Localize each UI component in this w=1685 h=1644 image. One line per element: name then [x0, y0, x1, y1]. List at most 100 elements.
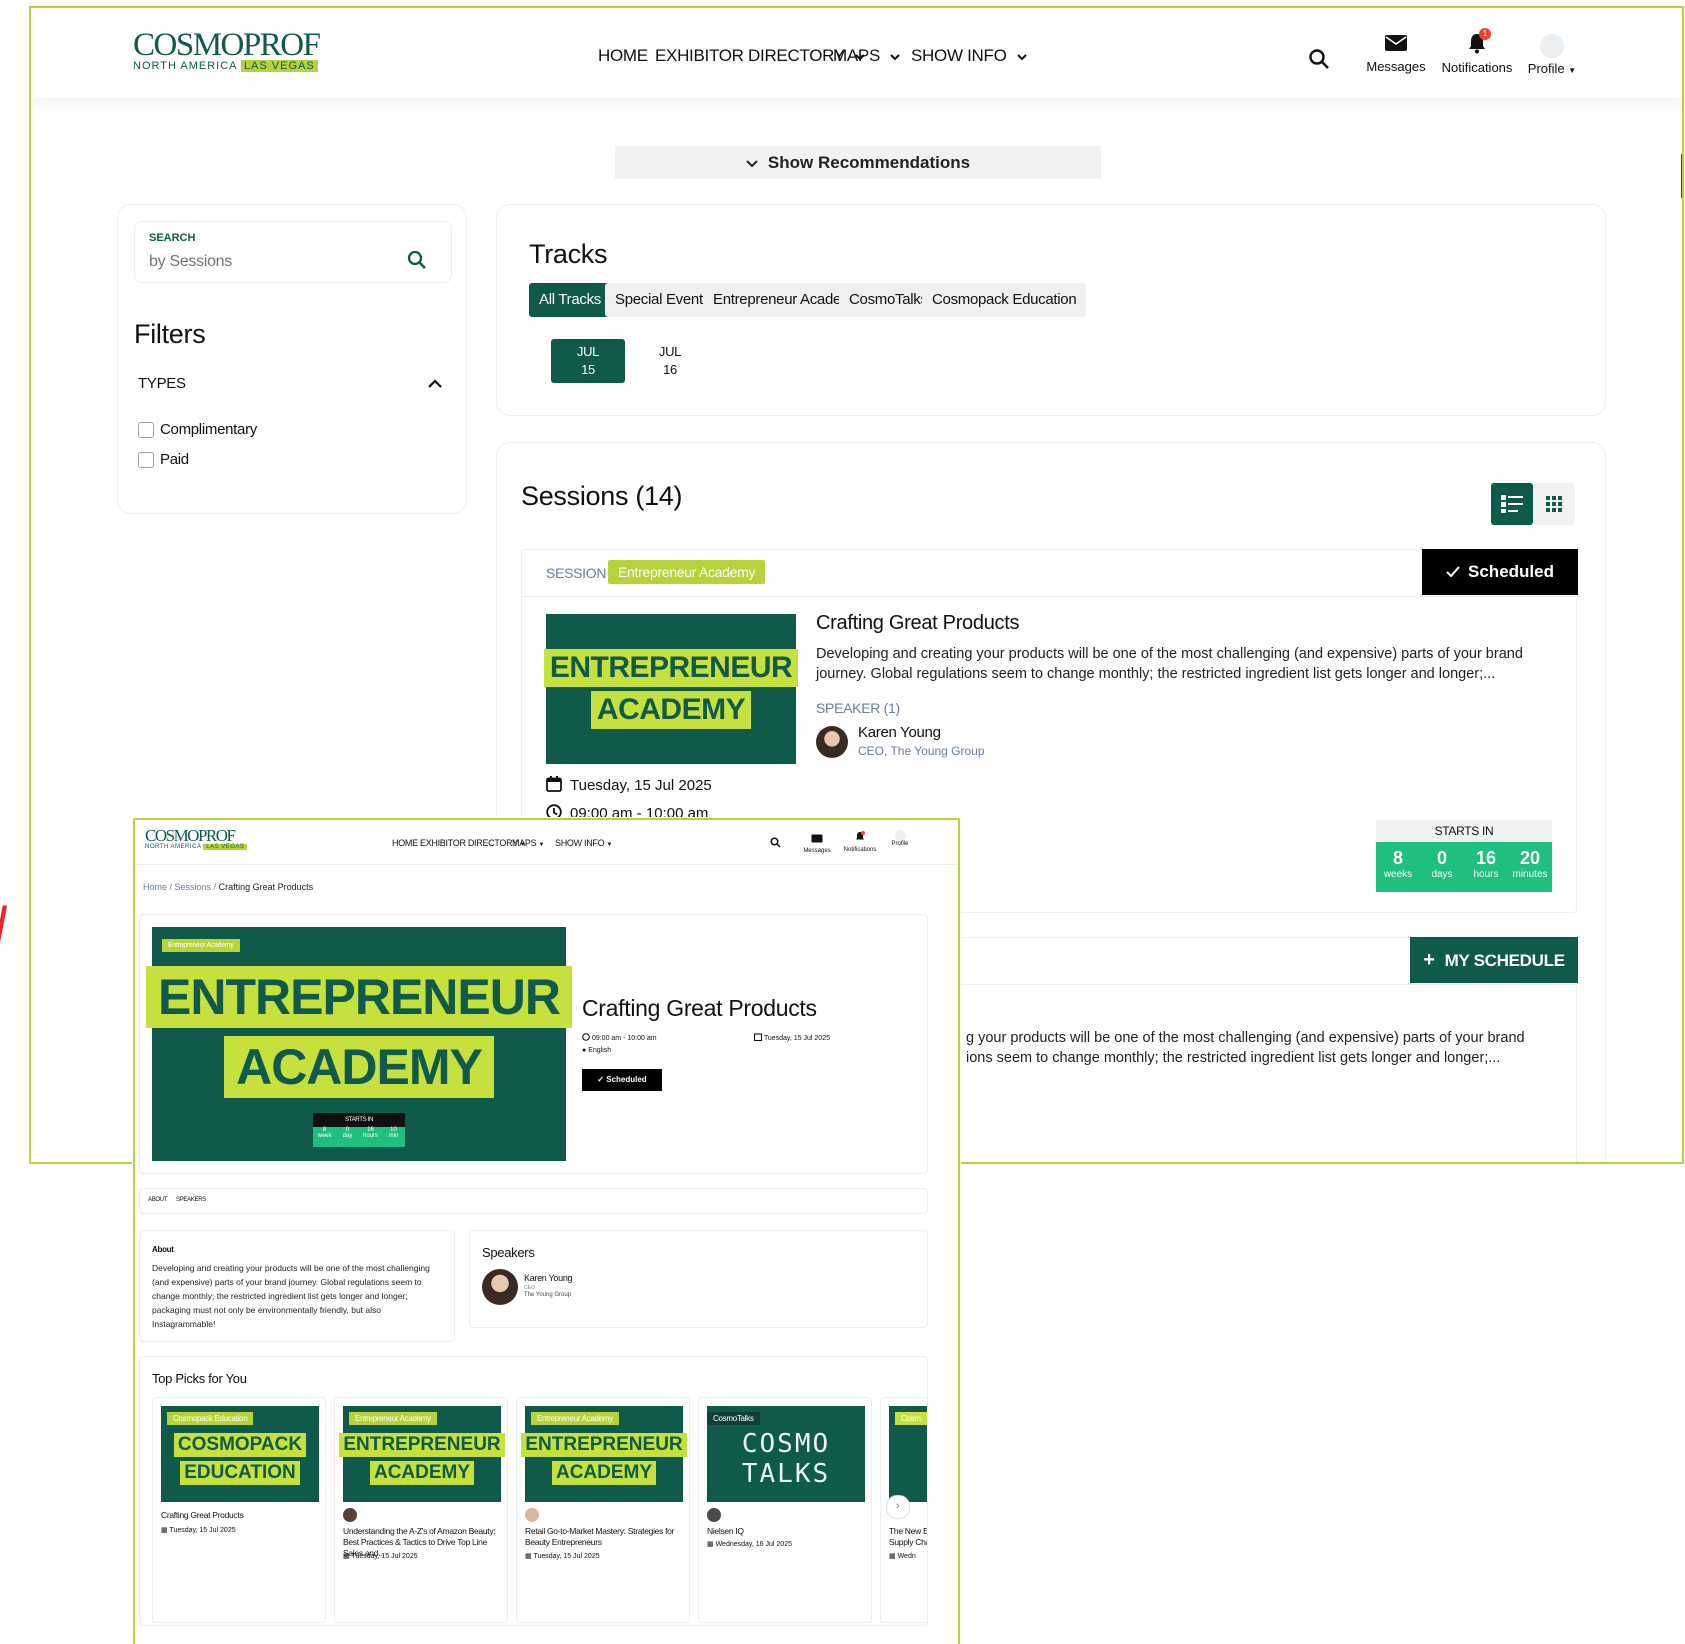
search-icon[interactable]	[770, 837, 781, 848]
chevron-down-icon	[746, 160, 758, 168]
thumbnail-line-1: ENTREPRENEUR	[543, 649, 799, 687]
calendar-icon: ▦	[889, 1553, 896, 1560]
detail-title: Crafting Great Products	[582, 995, 817, 1021]
chevron-up-icon[interactable]	[428, 379, 442, 388]
profile-button[interactable]: Profile ▼	[1521, 34, 1583, 76]
grid-view-button[interactable]	[1533, 483, 1575, 525]
check-icon: ✓	[597, 1075, 604, 1084]
breadcrumb-sessions[interactable]: Sessions	[175, 882, 212, 892]
breadcrumb-current: Crafting Great Products	[218, 882, 314, 892]
brand-logo[interactable]: COSMOPROF NORTH AMERICA LAS VEGAS	[133, 29, 321, 72]
sessions-title: Sessions (14)	[521, 481, 683, 511]
nav-exhibitor-directory[interactable]: EXHIBITOR DIRECTORY ▼	[420, 838, 526, 848]
clock-icon	[582, 1033, 590, 1041]
nav-home[interactable]: HOME	[598, 46, 648, 66]
track-tag: Entrepreneur Academy	[608, 560, 766, 584]
pick-card[interactable]: Entrepreneur Academy ENTREPRENEUR ACADEM…	[516, 1397, 690, 1623]
hero-line-1: ENTREPRENEUR	[146, 966, 572, 1028]
checkbox[interactable]	[138, 422, 154, 439]
about-card: About Developing and creating your produ…	[139, 1230, 455, 1342]
pick-date: ▦ Tuesday, 15 Jul 2025	[161, 1527, 236, 1534]
chevron-down-icon: ▼	[606, 842, 613, 848]
brand-logo[interactable]: COSMOPROF NORTH AMERICA LAS VEGAS	[145, 827, 248, 850]
nav-home[interactable]: HOME	[392, 838, 418, 848]
nav-show-info[interactable]: SHOW INFO	[911, 46, 1027, 66]
profile-label: Profile ▼	[1527, 61, 1577, 76]
messages-button[interactable]: Messages	[797, 830, 837, 854]
filter-option-paid[interactable]: Paid	[138, 451, 189, 469]
filter-option-complimentary[interactable]: Complimentary	[138, 421, 257, 439]
pick-date: ▦ Tuesday, 15 Jul 2025	[343, 1553, 418, 1560]
speaker-name[interactable]: Karen Young	[524, 1273, 573, 1283]
hero-card: Entrepreneur Academy ENTREPRENEUR ACADEM…	[139, 914, 928, 1174]
notifications-count-badge: 1	[1479, 28, 1491, 40]
notifications-label: Notifications	[1441, 60, 1513, 75]
add-to-schedule-button[interactable]: + MY SCHEDULE	[1410, 937, 1578, 983]
show-recommendations-button[interactable]: Show Recommendations	[615, 146, 1101, 179]
list-view-icon	[1501, 495, 1523, 513]
filter-panel: SEARCH Filters TYPES Complimentary Paid	[117, 204, 467, 514]
hero-line-2: ACADEMY	[224, 1036, 494, 1098]
session-date: Tuesday, 15 Jul 2025	[546, 776, 712, 794]
avatar	[707, 1508, 721, 1522]
nav-maps[interactable]: MAPS	[833, 46, 901, 66]
date-tab-jul-16[interactable]: JUL 16	[633, 339, 707, 383]
notifications-button[interactable]: 1 Notifications	[1435, 28, 1519, 75]
pick-card[interactable]: Entrepreneur Academy ENTREPRENEUR ACADEM…	[334, 1397, 508, 1623]
track-chip-all-tracks[interactable]: All Tracks	[529, 283, 612, 317]
speaker-label: SPEAKER (1)	[816, 700, 900, 716]
notifications-button[interactable]: Notifications	[838, 829, 882, 853]
pick-thumbnail: Cosm	[889, 1406, 927, 1502]
checkbox[interactable]	[138, 452, 154, 469]
carousel-next-button[interactable]: ›	[886, 1495, 910, 1519]
tracks-panel: Tracks All Tracks Special Events Entrepr…	[496, 204, 1606, 416]
detail-date: Tuesday, 15 Jul 2025	[753, 1033, 830, 1042]
pick-card[interactable]: Cosmopack Education COSMOPACK EDUCATION …	[152, 1397, 326, 1623]
tab-speakers[interactable]: SPEAKERS	[176, 1197, 206, 1203]
search-input[interactable]	[147, 252, 391, 272]
search-box[interactable]: SEARCH	[134, 221, 452, 283]
detail-language: ● English	[582, 1047, 612, 1054]
nav-maps[interactable]: MAPS ▼	[512, 838, 544, 848]
types-label: TYPES	[138, 375, 186, 392]
pick-title: Retail Go-to-Market Mastery: Strategies …	[525, 1526, 675, 1547]
session-thumbnail[interactable]: ENTREPRENEUR ACADEMY	[543, 614, 799, 764]
chevron-down-icon	[890, 54, 901, 61]
main-header: COSMOPROF NORTH AMERICA LAS VEGAS HOME E…	[31, 8, 1682, 98]
session-title[interactable]: Crafting Great Products	[816, 612, 1020, 635]
session-description: g your products will be one of the most …	[966, 1030, 1525, 1066]
countdown: 8 weeks 0 days 16 hours 20 minutes	[1376, 842, 1552, 892]
pick-card[interactable]: CosmoTalks COSMO TALKS Nielsen IQ ▦ Wedn…	[698, 1397, 872, 1623]
calendar-icon: ▦	[343, 1553, 350, 1560]
tracks-title: Tracks	[529, 239, 608, 269]
breadcrumb-home[interactable]: Home	[143, 882, 167, 892]
date-tab-jul-15[interactable]: JUL 15	[551, 339, 625, 383]
avatar[interactable]	[816, 726, 848, 758]
tab-about[interactable]: ABOUT	[148, 1197, 167, 1203]
messages-button[interactable]: Messages	[1364, 34, 1428, 74]
calendar-icon: ▦	[161, 1527, 168, 1534]
pick-title: Crafting Great Products	[161, 1510, 244, 1520]
envelope-icon	[811, 834, 823, 843]
search-icon[interactable]	[1308, 48, 1330, 70]
avatar[interactable]	[482, 1269, 518, 1305]
bell-icon	[856, 831, 865, 840]
search-icon[interactable]	[407, 250, 427, 270]
list-view-button[interactable]	[1491, 483, 1533, 525]
annotation-mark: d	[0, 896, 8, 954]
thumbnail-line-2: ACADEMY	[590, 691, 752, 729]
profile-button[interactable]: Profile	[883, 830, 917, 847]
scheduled-button[interactable]: Scheduled	[1422, 549, 1578, 595]
scrollbar[interactable]	[1681, 154, 1682, 198]
mic-icon: ●	[582, 1047, 587, 1054]
hero-image: Entrepreneur Academy ENTREPRENEUR ACADEM…	[146, 927, 572, 1161]
avatar-icon	[894, 830, 906, 841]
speakers-card: Speakers Karen Young CEO The Young Group	[469, 1230, 928, 1328]
nav-show-info[interactable]: SHOW INFO ▼	[555, 838, 612, 848]
scheduled-button[interactable]: ✓ Scheduled	[582, 1069, 662, 1091]
detail-tabs: ABOUT SPEAKERS	[139, 1188, 928, 1214]
track-chip-cosmopack-education[interactable]: Cosmopack Education	[922, 283, 1087, 317]
speaker-name[interactable]: Karen Young	[858, 724, 941, 741]
avatar-icon	[1540, 34, 1564, 58]
chevron-down-icon: ▼	[538, 842, 545, 848]
